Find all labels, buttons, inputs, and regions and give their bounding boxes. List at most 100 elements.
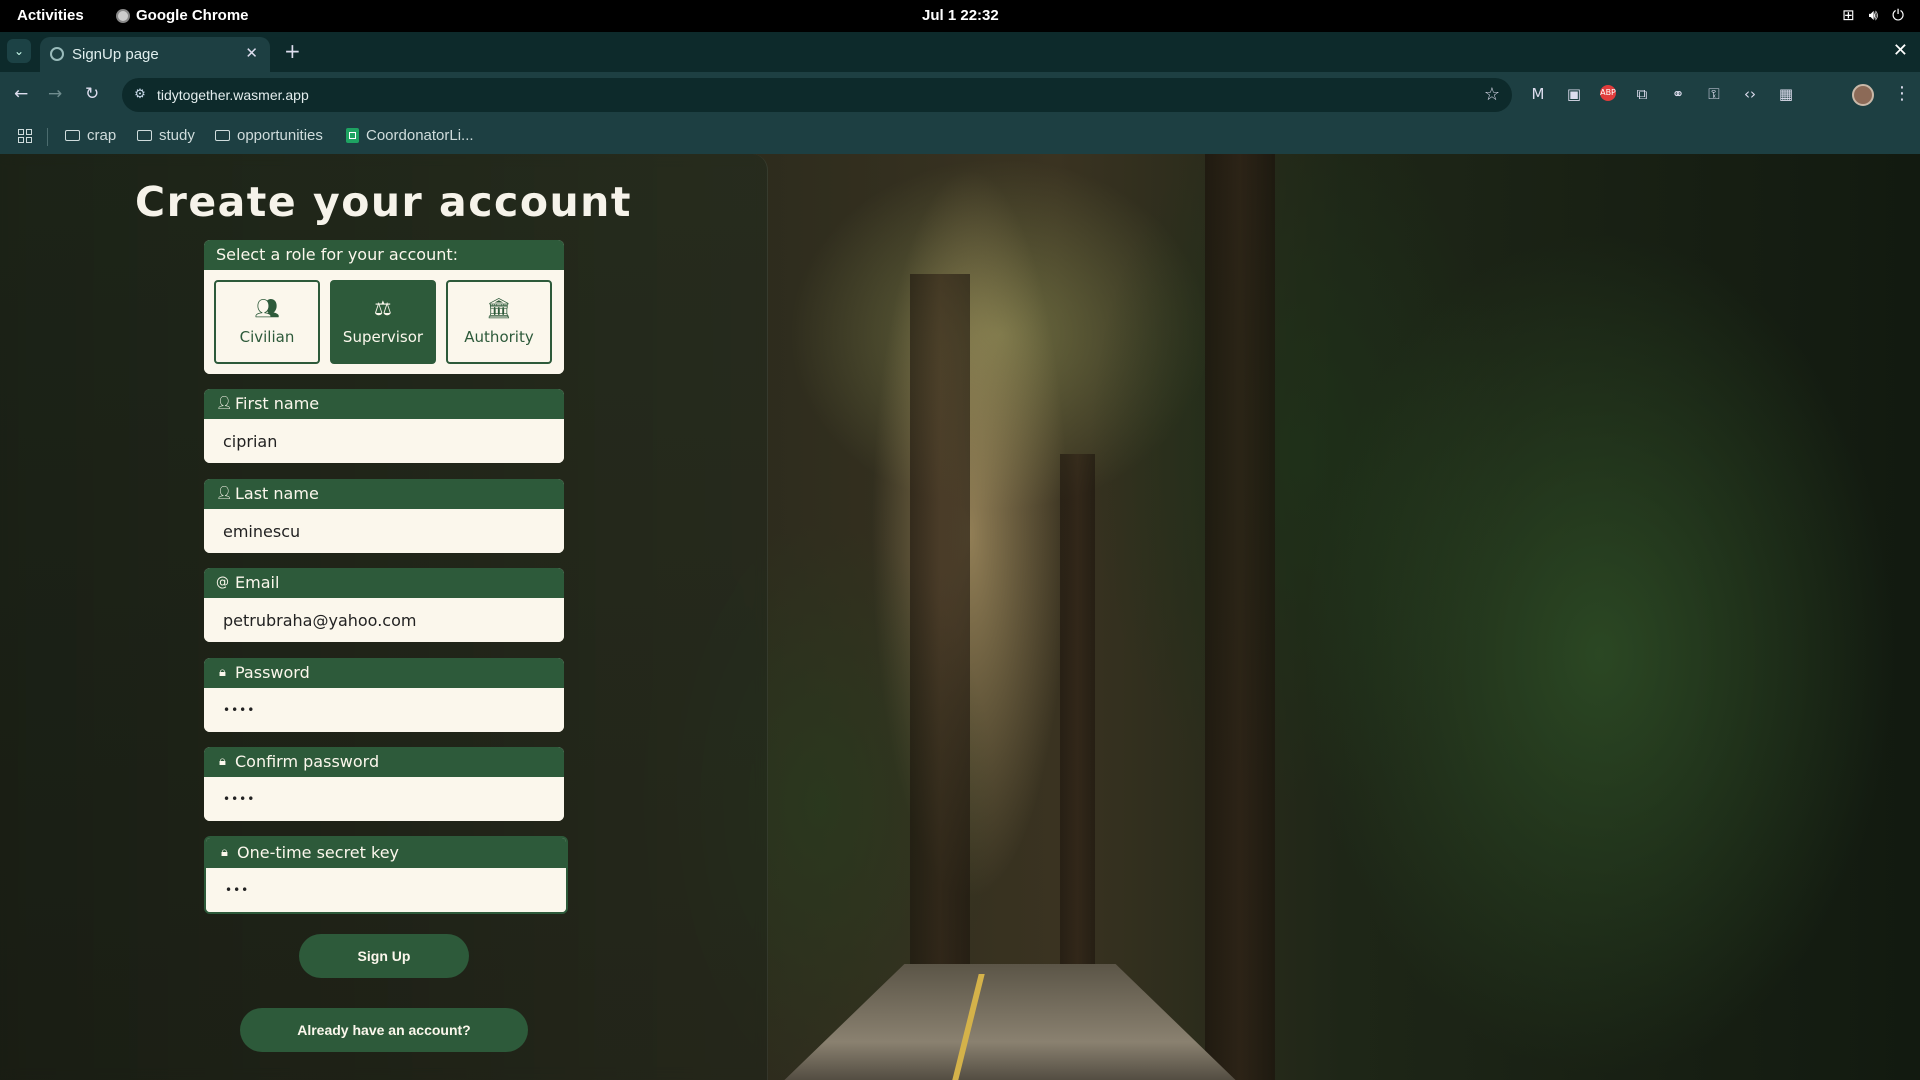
bookmark-label: opportunities	[237, 127, 323, 144]
confirm-password-group: 🔒︎ Confirm password	[204, 747, 564, 821]
tree-trunk	[910, 274, 970, 974]
extension-m-icon[interactable]: M	[1528, 85, 1548, 103]
confirm-password-label: Confirm password	[235, 752, 380, 771]
apps-grid-icon[interactable]	[18, 129, 32, 143]
secret-key-input[interactable]	[206, 868, 566, 912]
bookmarks-bar: crap study opportunities CoordonatorLi..…	[0, 118, 1920, 155]
close-window-button[interactable]: ✕	[1893, 40, 1908, 61]
password-header: 🔒︎ Password	[204, 658, 564, 688]
profile-avatar[interactable]	[1852, 84, 1874, 106]
chrome-icon	[116, 8, 130, 23]
bookmark-folder-study[interactable]: study	[137, 127, 195, 144]
network-icon: ⊞	[1842, 6, 1855, 24]
bookmark-label: study	[159, 127, 195, 144]
role-label: Supervisor	[342, 328, 424, 346]
folder-icon	[137, 130, 152, 141]
back-button[interactable]: ←	[14, 84, 28, 104]
tab-title: SignUp page	[72, 46, 159, 63]
role-civilian-button[interactable]: 👥︎ Civilian	[214, 280, 320, 364]
tree-trunk	[1205, 154, 1275, 1080]
first-name-group: 👤︎ First name	[204, 389, 564, 463]
address-bar[interactable]: ⚙ tidytogether.wasmer.app ☆	[122, 78, 1512, 112]
globe-icon	[50, 47, 64, 61]
reload-button[interactable]: ↻	[85, 84, 99, 104]
app-menu[interactable]: Google Chrome	[116, 7, 249, 24]
bookmark-star-icon[interactable]: ☆	[1484, 84, 1500, 105]
sheets-icon	[346, 128, 359, 143]
activities-button[interactable]: Activities	[17, 7, 84, 24]
email-label: Email	[235, 573, 280, 592]
last-name-input[interactable]	[204, 509, 564, 553]
secret-key-header: 🔒︎ One-time secret key	[206, 838, 566, 868]
person-icon: 👤︎	[216, 486, 233, 501]
secret-key-label: One-time secret key	[237, 843, 399, 862]
folder-icon	[215, 130, 230, 141]
lock-icon: 🔒︎	[219, 665, 226, 680]
role-selector-label: Select a role for your account:	[204, 240, 564, 270]
last-name-header: 👤︎ Last name	[204, 479, 564, 509]
building-icon: 🏛︎	[486, 296, 512, 320]
app-name: Google Chrome	[136, 7, 249, 24]
site-info-icon[interactable]: ⚙	[132, 87, 148, 103]
lock-icon: 🔒︎	[219, 754, 226, 769]
browser-toolbar: ← → ↻ ⚙ tidytogether.wasmer.app ☆ M ▣ AB…	[0, 72, 1920, 118]
new-tab-button[interactable]: +	[284, 41, 301, 61]
role-options: 👥︎ Civilian ⚖︎ Supervisor 🏛︎ Authority	[204, 270, 564, 374]
confirm-password-header: 🔒︎ Confirm password	[204, 747, 564, 777]
last-name-label: Last name	[235, 484, 319, 503]
people-icon: 👥︎	[254, 296, 280, 320]
folder-icon	[65, 130, 80, 141]
bookmark-folder-crap[interactable]: crap	[65, 127, 116, 144]
at-sign-icon: @	[216, 575, 229, 590]
tab-search-button[interactable]: ⌄	[7, 39, 31, 63]
role-authority-button[interactable]: 🏛︎ Authority	[446, 280, 552, 364]
person-icon: 👤︎	[216, 396, 233, 411]
password-label: Password	[235, 663, 310, 682]
system-top-bar: Activities Google Chrome Jul 1 22:32 ⊞ 🔊…	[0, 0, 1920, 32]
link-icon[interactable]: ⚭	[1668, 85, 1688, 103]
first-name-input[interactable]	[204, 419, 564, 463]
signup-panel: Create your account Select a role for yo…	[0, 154, 768, 1080]
extensions-area: M ▣ ABP ⧉ ⚭ ⚿ ‹› ▦	[1528, 85, 1796, 103]
code-icon[interactable]: ‹›	[1740, 85, 1760, 103]
bookmark-separator	[47, 128, 48, 146]
bookmark-label: CoordonatorLi...	[366, 127, 474, 144]
page-viewport: Create your account Select a role for yo…	[0, 154, 1920, 1080]
lock-icon: 🔒︎	[221, 845, 228, 860]
clock[interactable]: Jul 1 22:32	[922, 7, 999, 24]
adblock-icon[interactable]: ABP	[1600, 85, 1616, 101]
role-selector: Select a role for your account: 👥︎ Civil…	[204, 240, 564, 374]
password-input[interactable]	[204, 688, 564, 732]
secret-key-group: 🔒︎ One-time secret key	[204, 836, 568, 914]
bookmark-label: crap	[87, 127, 117, 144]
bookmark-coordonator[interactable]: CoordonatorLi...	[346, 127, 474, 144]
close-tab-icon[interactable]: ✕	[245, 44, 258, 62]
url-text[interactable]: tidytogether.wasmer.app	[157, 87, 309, 103]
password-key-icon[interactable]: ⚿	[1704, 85, 1724, 103]
email-header: @ Email	[204, 568, 564, 598]
role-label: Authority	[464, 328, 534, 346]
tab-signup-page[interactable]: SignUp page ✕	[40, 37, 270, 72]
email-input[interactable]	[204, 598, 564, 642]
scale-icon: ⚖︎	[374, 296, 392, 320]
email-group: @ Email	[204, 568, 564, 642]
confirm-password-input[interactable]	[204, 777, 564, 821]
page-title: Create your account	[135, 178, 632, 226]
login-link-button[interactable]: Already have an account?	[240, 1008, 528, 1052]
power-icon: ⏻	[1892, 6, 1904, 24]
chrome-menu-icon[interactable]: ⋮	[1893, 83, 1911, 104]
bookmark-folder-opportunities[interactable]: opportunities	[215, 127, 323, 144]
first-name-header: 👤︎ First name	[204, 389, 564, 419]
role-supervisor-button[interactable]: ⚖︎ Supervisor	[330, 280, 436, 364]
role-label: Civilian	[239, 328, 295, 346]
forward-button[interactable]: →	[48, 84, 62, 104]
system-tray[interactable]: ⊞ 🔊︎ ⏻	[1842, 6, 1904, 24]
extensions-puzzle-icon[interactable]: ⧉	[1632, 85, 1652, 103]
extension-glasses-icon[interactable]: ▣	[1564, 85, 1584, 103]
sign-up-button[interactable]: Sign Up	[299, 934, 469, 978]
tab-strip: ⌄ SignUp page ✕ + ✕	[0, 32, 1920, 72]
side-panel-icon[interactable]: ▦	[1776, 85, 1796, 103]
password-group: 🔒︎ Password	[204, 658, 564, 732]
volume-icon: 🔊︎	[1868, 6, 1879, 24]
first-name-label: First name	[235, 394, 320, 413]
